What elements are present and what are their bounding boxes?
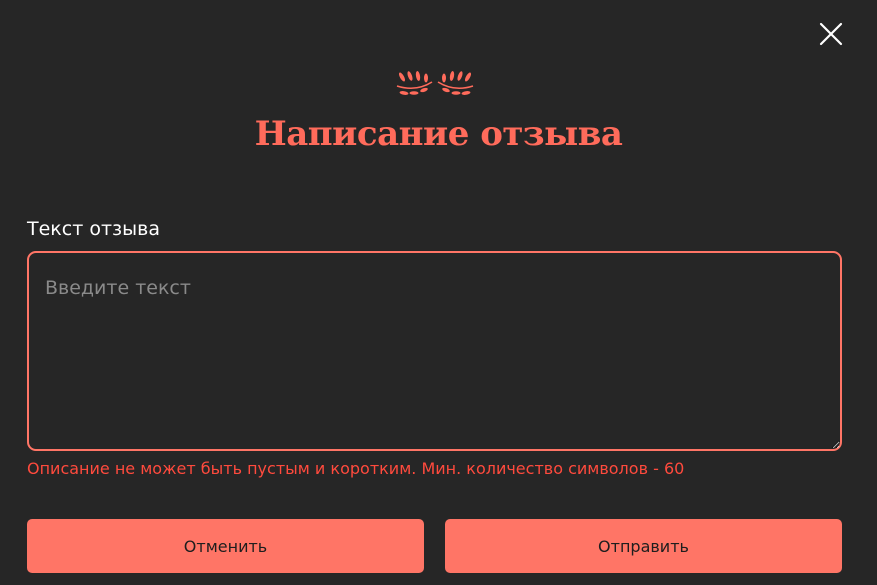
review-text-label: Текст отзыва bbox=[27, 218, 160, 240]
submit-button[interactable]: Отправить bbox=[445, 519, 842, 573]
close-icon[interactable] bbox=[815, 18, 847, 50]
cancel-button[interactable]: Отменить bbox=[27, 519, 424, 573]
validation-error: Описание не может быть пустым и коротким… bbox=[27, 459, 685, 478]
modal-title: Написание отзыва bbox=[254, 114, 623, 154]
review-textarea[interactable] bbox=[27, 251, 842, 451]
review-modal: Написание отзыва Текст отзыва Описание н… bbox=[0, 0, 877, 585]
laurel-ornament-icon bbox=[396, 71, 474, 95]
